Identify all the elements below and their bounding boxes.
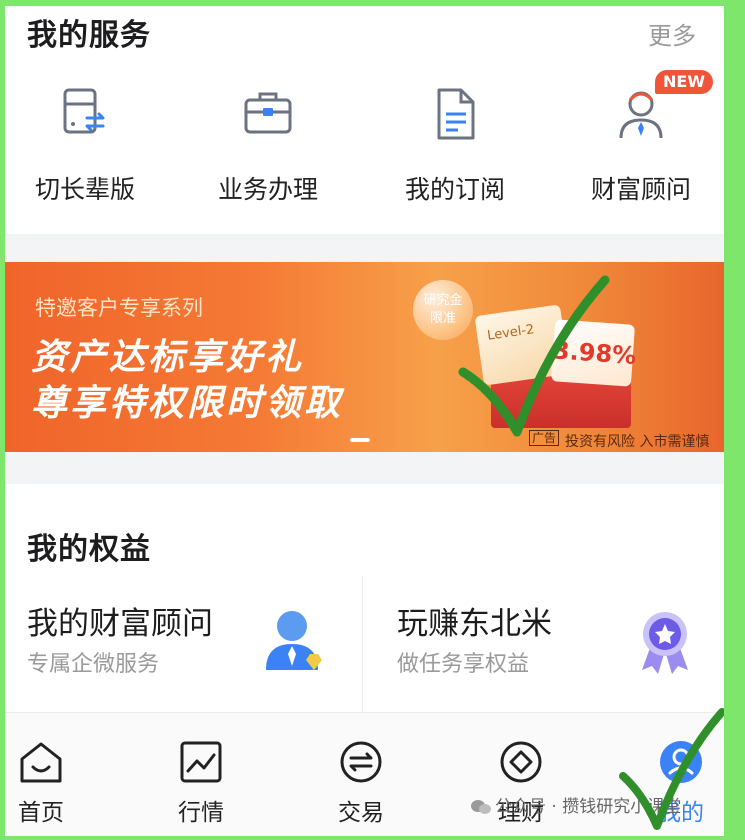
banner-bubble: 研究金 限准 [413, 280, 473, 340]
tab-label: 交易 [338, 800, 384, 826]
promo-banner[interactable]: 特邀客户专享系列 资产达标享好礼 尊享特权限时领取 研究金 限准 Level-2… [5, 262, 724, 452]
tab-label: 行情 [178, 800, 224, 826]
tab-market[interactable]: 行情 [141, 733, 261, 829]
home-icon [20, 742, 62, 783]
services-section: 我的服务 更多 切长辈版 业务办理 我的订阅 财富顾问 NEW [5, 6, 724, 234]
elder-mode-icon [63, 88, 105, 134]
profile-icon [660, 741, 702, 783]
trade-icon [340, 741, 382, 783]
service-label: 财富顾问 [590, 175, 691, 204]
benefit-title: 玩赚东北米 [397, 606, 552, 642]
benefit-subtitle: 做任务享权益 [397, 652, 530, 677]
service-subscription[interactable]: 我的订阅 [365, 84, 545, 214]
risk-note: 投资有风险 入市需谨慎 [565, 434, 710, 450]
wechat-icon [471, 800, 491, 814]
briefcase-icon [244, 92, 292, 134]
wealth-icon [500, 741, 542, 783]
carousel-indicator [350, 438, 370, 442]
banner-headline-2: 尊享特权限时领取 [31, 383, 344, 424]
bottom-tab-bar: 首页 行情 交易 理财 我的 [5, 712, 724, 836]
medal-icon [642, 612, 688, 674]
benefit-subtitle: 专属企微服务 [27, 652, 160, 677]
advisor-avatar-icon [266, 611, 322, 670]
ad-tag: 广告 [529, 430, 560, 446]
market-chart-icon [180, 741, 222, 783]
app-screen: 我的服务 更多 切长辈版 业务办理 我的订阅 财富顾问 NEW 特邀客户专享系列… [5, 6, 724, 836]
tab-home[interactable]: 首页 [5, 733, 101, 829]
tab-label: 首页 [18, 800, 64, 826]
card-divider [362, 576, 363, 716]
service-label: 我的订阅 [404, 175, 505, 204]
new-badge: NEW [655, 70, 713, 94]
bubble-text: 研究金 限准 [423, 293, 463, 326]
benefit-title: 我的财富顾问 [27, 606, 213, 642]
service-business[interactable]: 业务办理 [178, 84, 358, 214]
watermark-text: 公众号 · 攒钱研究小课堂 [495, 797, 682, 817]
benefits-title: 我的权益 [27, 532, 151, 567]
services-title: 我的服务 [27, 18, 151, 53]
service-elder-mode[interactable]: 切长辈版 [5, 84, 175, 214]
rate-card: 3.98% [550, 319, 638, 387]
services-more-link[interactable]: 更多 [648, 16, 696, 51]
rate-value: 3.98% [552, 336, 638, 370]
benefits-section: 我的权益 我的财富顾问 专属企微服务 玩赚东北米 做任务享权益 [5, 484, 724, 724]
benefit-card-advisor[interactable]: 我的财富顾问 专属企微服务 [5, 574, 362, 724]
tab-trade[interactable]: 交易 [301, 733, 421, 829]
service-label: 业务办理 [217, 175, 318, 204]
product-tag: Level-2 [486, 322, 536, 344]
banner-subtitle: 特邀客户专享系列 [35, 296, 203, 320]
banner-headline-1: 资产达标享好礼 [31, 337, 305, 378]
service-label: 切长辈版 [34, 175, 135, 204]
service-advisor[interactable]: 财富顾问 [551, 84, 724, 214]
benefit-card-rice[interactable]: 玩赚东北米 做任务享权益 [375, 574, 724, 724]
document-icon [437, 88, 475, 140]
